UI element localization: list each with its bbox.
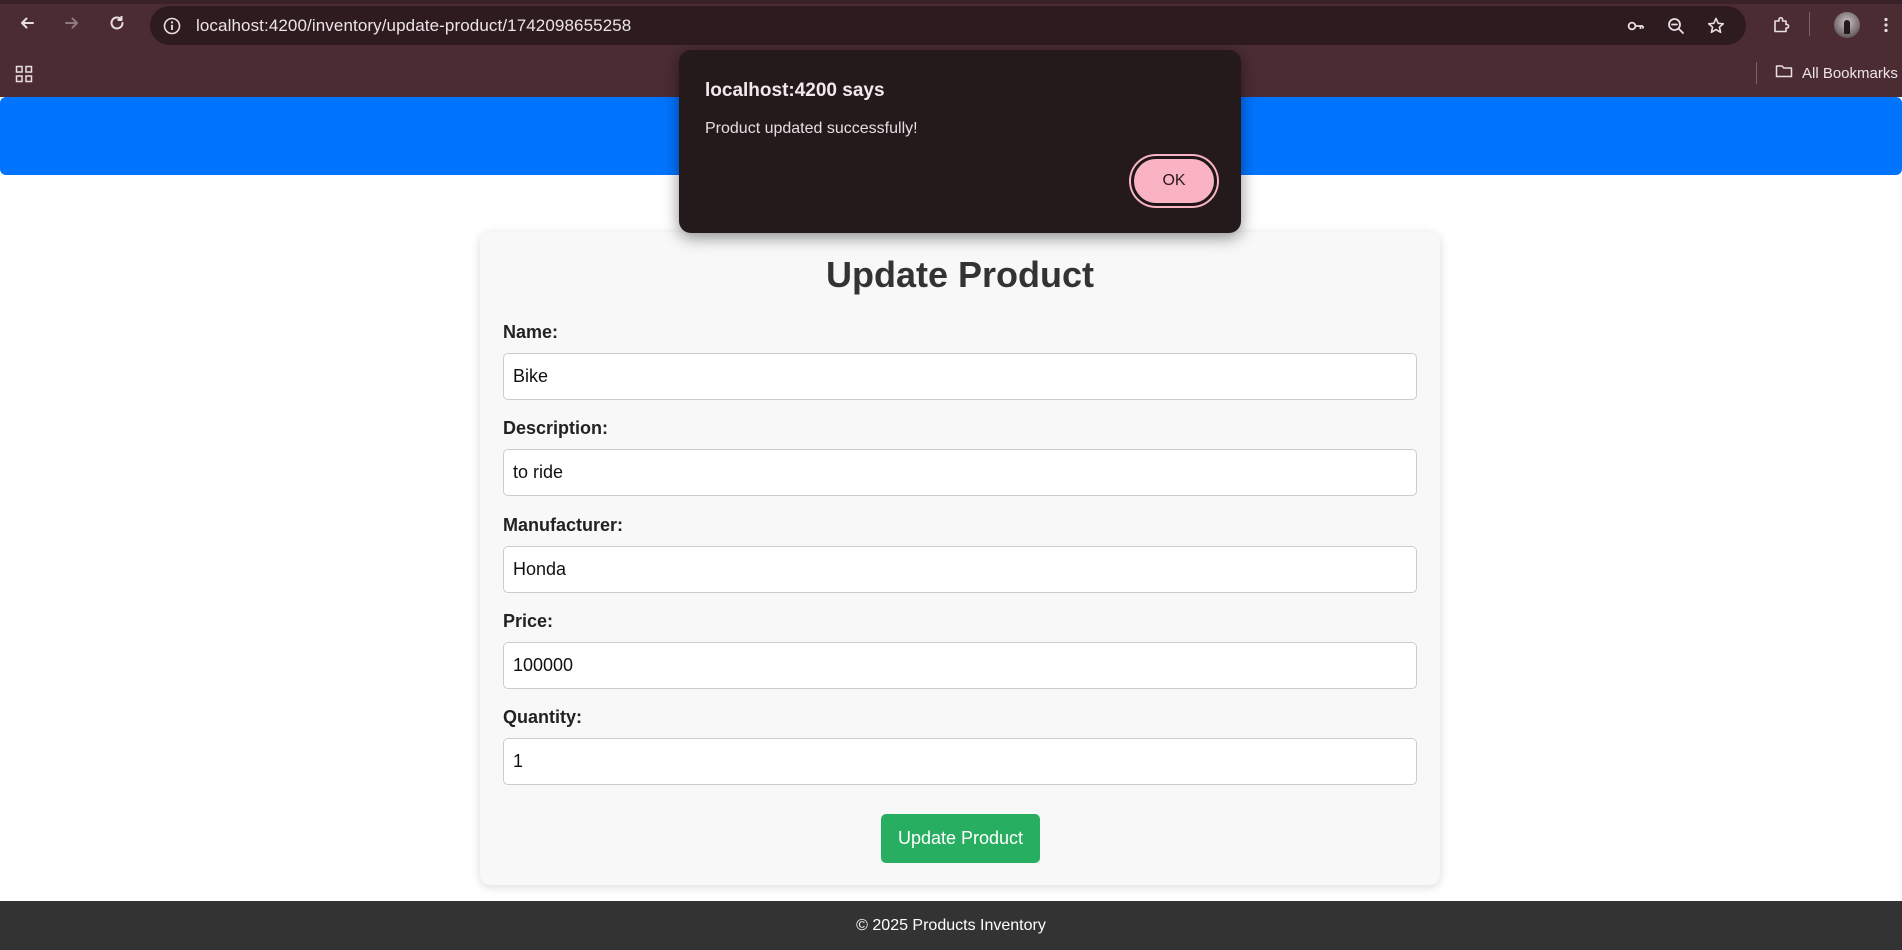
- star-icon[interactable]: [1704, 14, 1728, 38]
- address-bar[interactable]: localhost:4200/inventory/update-product/…: [150, 6, 1746, 45]
- info-icon[interactable]: [160, 14, 184, 38]
- price-label: Price:: [503, 611, 554, 631]
- all-bookmarks-label: All Bookmarks: [1802, 64, 1898, 82]
- zoom-out-icon[interactable]: [1664, 14, 1688, 38]
- dialog-message: Product updated successfully!: [705, 120, 918, 137]
- manufacturer-label: Manufacturer:: [503, 515, 624, 535]
- page-title: Update Product: [825, 254, 1094, 295]
- key-icon[interactable]: [1624, 14, 1648, 38]
- forward-arrow-icon: [62, 13, 82, 38]
- back-button[interactable]: [11, 9, 43, 41]
- back-arrow-icon: [17, 13, 37, 38]
- avatar[interactable]: [1834, 12, 1860, 38]
- apps-grid-icon[interactable]: [12, 62, 36, 86]
- bookmarks-divider: [1756, 62, 1757, 84]
- url-text[interactable]: localhost:4200/inventory/update-product/…: [196, 16, 631, 36]
- update-product-form: Update Product Name: Description: Manufa…: [480, 232, 1440, 885]
- name-field[interactable]: [503, 353, 1417, 400]
- all-bookmarks-button[interactable]: All Bookmarks: [1774, 60, 1898, 86]
- kebab-menu-icon[interactable]: [1872, 11, 1900, 39]
- description-field[interactable]: [503, 449, 1417, 496]
- quantity-field[interactable]: [503, 738, 1417, 785]
- toolbar-divider: [1809, 12, 1810, 36]
- alert-dialog: localhost:4200 says Product updated succ…: [679, 50, 1241, 233]
- reload-button[interactable]: [101, 9, 133, 41]
- footer: © 2025 Products Inventory: [0, 901, 1902, 950]
- price-field[interactable]: [503, 642, 1417, 689]
- puzzle-icon[interactable]: [1767, 11, 1795, 39]
- name-label: Name:: [503, 322, 559, 342]
- description-label: Description:: [503, 418, 609, 438]
- tabstrip-edge: [0, 0, 1902, 4]
- ok-button[interactable]: OK: [1131, 156, 1217, 206]
- folder-icon: [1774, 61, 1794, 85]
- update-product-button[interactable]: Update Product: [881, 814, 1040, 863]
- quantity-label: Quantity:: [503, 707, 582, 727]
- forward-button[interactable]: [56, 9, 88, 41]
- dialog-title: localhost:4200 says: [705, 80, 885, 101]
- footer-text: © 2025 Products Inventory: [856, 916, 1046, 934]
- reload-icon: [107, 13, 127, 38]
- manufacturer-field[interactable]: [503, 546, 1417, 593]
